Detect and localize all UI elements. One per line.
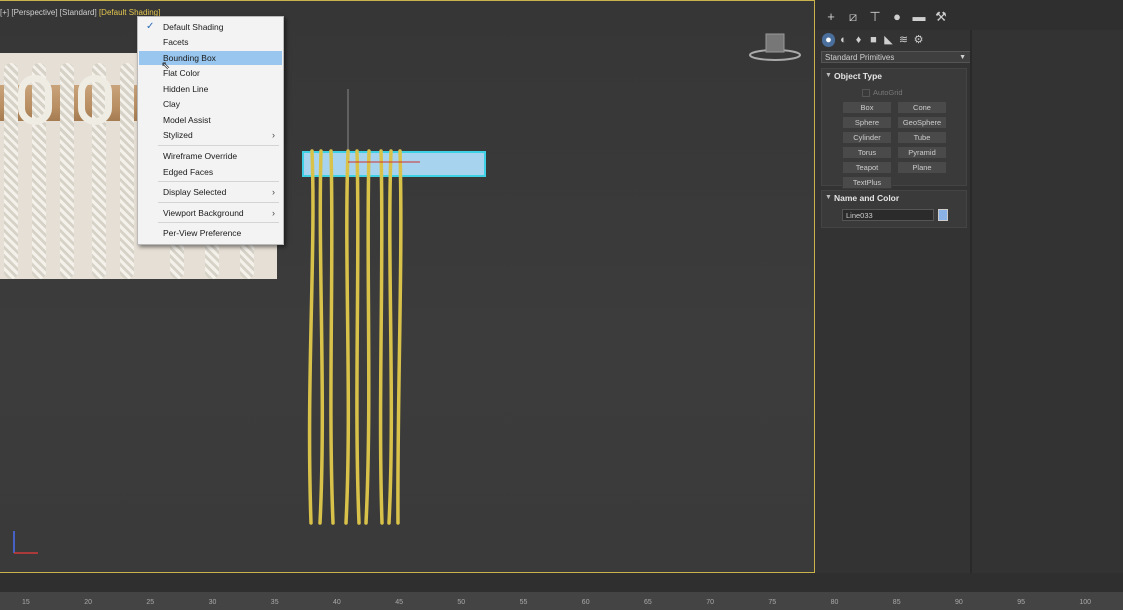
rope-strand (329, 149, 335, 525)
menu-item[interactable]: Wireframe Override (139, 149, 282, 163)
name-color-title: Name and Color (834, 193, 900, 203)
timeline-tick-label: 35 (270, 599, 279, 606)
primitive-category-value: Standard Primitives (825, 53, 895, 62)
timeline-tick-label: 90 (955, 599, 963, 606)
timeline[interactable]: 15 20 25 30 35 40 45 50 55 60 65 70 75 80 85 90 95 100 (0, 573, 1123, 610)
object-name-field[interactable]: Line033 (842, 209, 934, 221)
axis-tripod-icon (13, 531, 38, 554)
timeline-tick-label: 60 (581, 599, 590, 606)
primitive-category-dropdown[interactable]: Standard Primitives ▼ (821, 51, 971, 63)
checkmark-icon: ✓ (146, 21, 155, 32)
hierarchy-icon[interactable]: ⊤ (867, 9, 883, 25)
space-warps-icon[interactable]: ≋ (897, 33, 910, 47)
menu-separator (158, 222, 279, 223)
menu-item[interactable]: Default Shading ✓ (139, 20, 282, 34)
timeline-tick-label: 55 (519, 599, 528, 606)
timeline-tick-label: 20 (84, 599, 92, 606)
timeline-tick-label: 95 (1017, 599, 1025, 606)
timeline-tick-label: 25 (146, 599, 155, 606)
rope-strand (378, 149, 384, 525)
lights-icon[interactable]: ♦ (852, 33, 865, 47)
chevron-down-icon: ▼ (959, 54, 966, 61)
timeline-tick-label: 75 (768, 599, 777, 606)
timeline-tick-label: 80 (830, 599, 839, 606)
rope-strand (396, 149, 403, 525)
collapse-triangle-icon: ▼ (825, 72, 832, 79)
menu-item[interactable]: Edged Faces (139, 165, 282, 179)
mouse-cursor-icon: ⇖ (161, 60, 171, 72)
pyramid-button[interactable]: Pyramid (897, 146, 947, 159)
plane-button[interactable]: Plane (897, 161, 947, 174)
collapse-triangle-icon: ▼ (825, 194, 832, 201)
object-type-title: Object Type (834, 71, 883, 81)
rope-strands[interactable] (307, 149, 403, 525)
autogrid-checkbox[interactable]: AutoGrid (862, 88, 903, 98)
rope-strand (344, 149, 351, 525)
rope-strand (307, 149, 315, 525)
command-panel-toolbar: + ⧄ ⊤ ● ▬ ⚒ (815, 0, 1123, 30)
menu-item[interactable]: Viewport Background › (139, 206, 282, 220)
timeline-tick-label: 40 (333, 599, 341, 606)
modify-icon[interactable]: ⧄ (845, 9, 861, 25)
motion-icon[interactable]: ● (889, 9, 905, 25)
rope-strand (387, 149, 394, 525)
rope-strand (364, 149, 371, 525)
geosphere-button[interactable]: GeoSphere (897, 116, 947, 129)
autogrid-label: AutoGrid (873, 88, 903, 97)
chevron-right-icon: › (272, 187, 275, 197)
box-button[interactable]: Box (842, 101, 892, 114)
timeline-tick-label: 50 (457, 599, 466, 606)
menu-separator (158, 181, 279, 182)
macrame-model[interactable] (0, 1, 815, 573)
shapes-icon[interactable]: ◐ (837, 33, 850, 47)
menu-item[interactable]: Stylized › (139, 128, 282, 142)
systems-icon[interactable]: ⚙ (912, 33, 925, 47)
menu-item[interactable]: Per-View Preference (139, 226, 282, 240)
menu-item[interactable]: Clay (139, 97, 282, 111)
utilities-wrench-icon[interactable]: ⚒ (933, 9, 949, 25)
command-panel: ● ◐ ♦ ■ ◣ ≋ ⚙ Standard Primitives ▼ ▼ Ob… (815, 30, 1123, 573)
teapot-button[interactable]: Teapot (842, 161, 892, 174)
viewcube-icon[interactable] (748, 31, 802, 63)
torus-button[interactable]: Torus (842, 146, 892, 159)
panel-divider (970, 30, 972, 573)
textplus-button[interactable]: TextPlus (842, 176, 892, 189)
create-plus-icon[interactable]: + (823, 9, 839, 25)
menu-item[interactable]: Hidden Line (139, 82, 282, 96)
chevron-right-icon: › (272, 130, 275, 140)
timeline-tick-label: 65 (644, 599, 652, 606)
menu-separator (158, 202, 279, 203)
name-color-rollout: ▼ Name and Color Line033 (821, 190, 967, 228)
name-color-rollout-header[interactable]: ▼ Name and Color (822, 191, 966, 205)
timeline-tick-label: 45 (395, 599, 403, 606)
chevron-right-icon: › (272, 208, 275, 218)
object-type-rollout: ▼ Object Type AutoGrid Box Cone Sphere GeoS… (821, 68, 967, 189)
timeline-tick-label: 70 (706, 599, 714, 606)
sphere-button[interactable]: Sphere (842, 116, 892, 129)
menu-item[interactable]: Display Selected › (139, 185, 282, 199)
timeline-tick-label: 15 (22, 599, 30, 606)
menu-item[interactable]: Facets (139, 35, 282, 49)
rope-strand (318, 149, 325, 525)
menu-separator (158, 145, 279, 146)
menu-item[interactable]: Model Assist (139, 113, 282, 127)
perspective-viewport[interactable]: [+] [Perspective] [Standard] [Default Sh… (0, 0, 815, 573)
geometry-icon[interactable]: ● (822, 33, 835, 47)
display-icon[interactable]: ▬ (911, 9, 927, 25)
cylinder-button[interactable]: Cylinder (842, 131, 892, 144)
cameras-icon[interactable]: ■ (867, 33, 880, 47)
timeline-tick-label: 100 (1079, 599, 1092, 606)
object-color-swatch[interactable] (938, 209, 948, 221)
helpers-icon[interactable]: ◣ (882, 33, 895, 47)
cone-button[interactable]: Cone (897, 101, 947, 114)
timeline-tick-label: 85 (892, 599, 901, 606)
tube-button[interactable]: Tube (897, 131, 947, 144)
timeline-tick-label: 30 (208, 599, 217, 606)
viewport-shading-menu: Default Shading ✓ Facets Bounding Box Flat C… (137, 16, 284, 245)
rope-strand (355, 149, 361, 525)
object-type-rollout-header[interactable]: ▼ Object Type (822, 69, 966, 83)
